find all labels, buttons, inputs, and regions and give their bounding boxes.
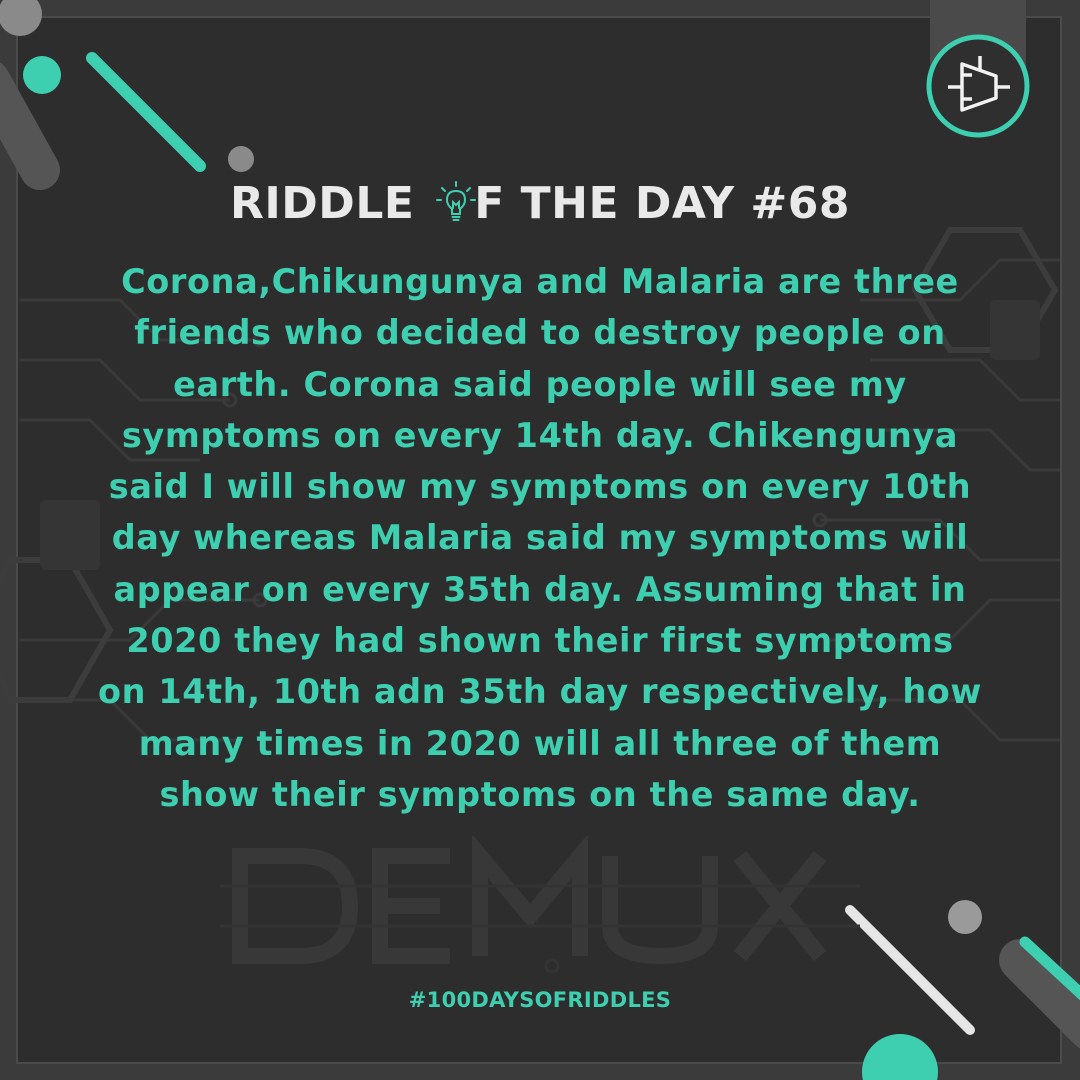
title-text-end: F THE DAY #68 — [474, 178, 850, 229]
title-text-start: RIDDLE — [230, 178, 431, 229]
demux-gate-icon — [926, 34, 1030, 138]
post-title: RIDDLE F THE DAY #68 — [0, 178, 1080, 229]
demux-watermark — [220, 836, 860, 974]
riddle-line: show their symptoms on the same day. — [159, 774, 921, 814]
riddle-line: appear on every 35th day. Assuming that … — [113, 569, 967, 609]
riddle-line: friends who decided to destroy people on — [134, 313, 946, 353]
riddle-text: Corona,Chikungunya and Malaria are three… — [40, 256, 1040, 820]
riddle-line: on 14th, 10th adn 35th day respectively,… — [98, 672, 982, 712]
riddle-post: RIDDLE F THE DAY #68 Corona,Chikungunya … — [0, 0, 1080, 1080]
riddle-line: day whereas Malaria said my symptoms wil… — [111, 518, 969, 558]
riddle-line: said I will show my symptoms on every 10… — [108, 467, 972, 507]
riddle-line: many times in 2020 will all three of the… — [138, 723, 942, 763]
bottom-right-decoration — [845, 900, 1080, 1080]
riddle-line: earth. Corona said people will see my — [173, 364, 907, 404]
hashtag: #100DAYSOFRIDDLES — [408, 988, 672, 1012]
riddle-line: 2020 they had shown their first symptoms — [126, 621, 954, 661]
lightbulb-icon — [436, 181, 477, 221]
riddle-line: Corona,Chikungunya and Malaria are three — [121, 262, 959, 301]
riddle-line: symptoms on every 14th day. Chikengunya — [121, 415, 959, 455]
